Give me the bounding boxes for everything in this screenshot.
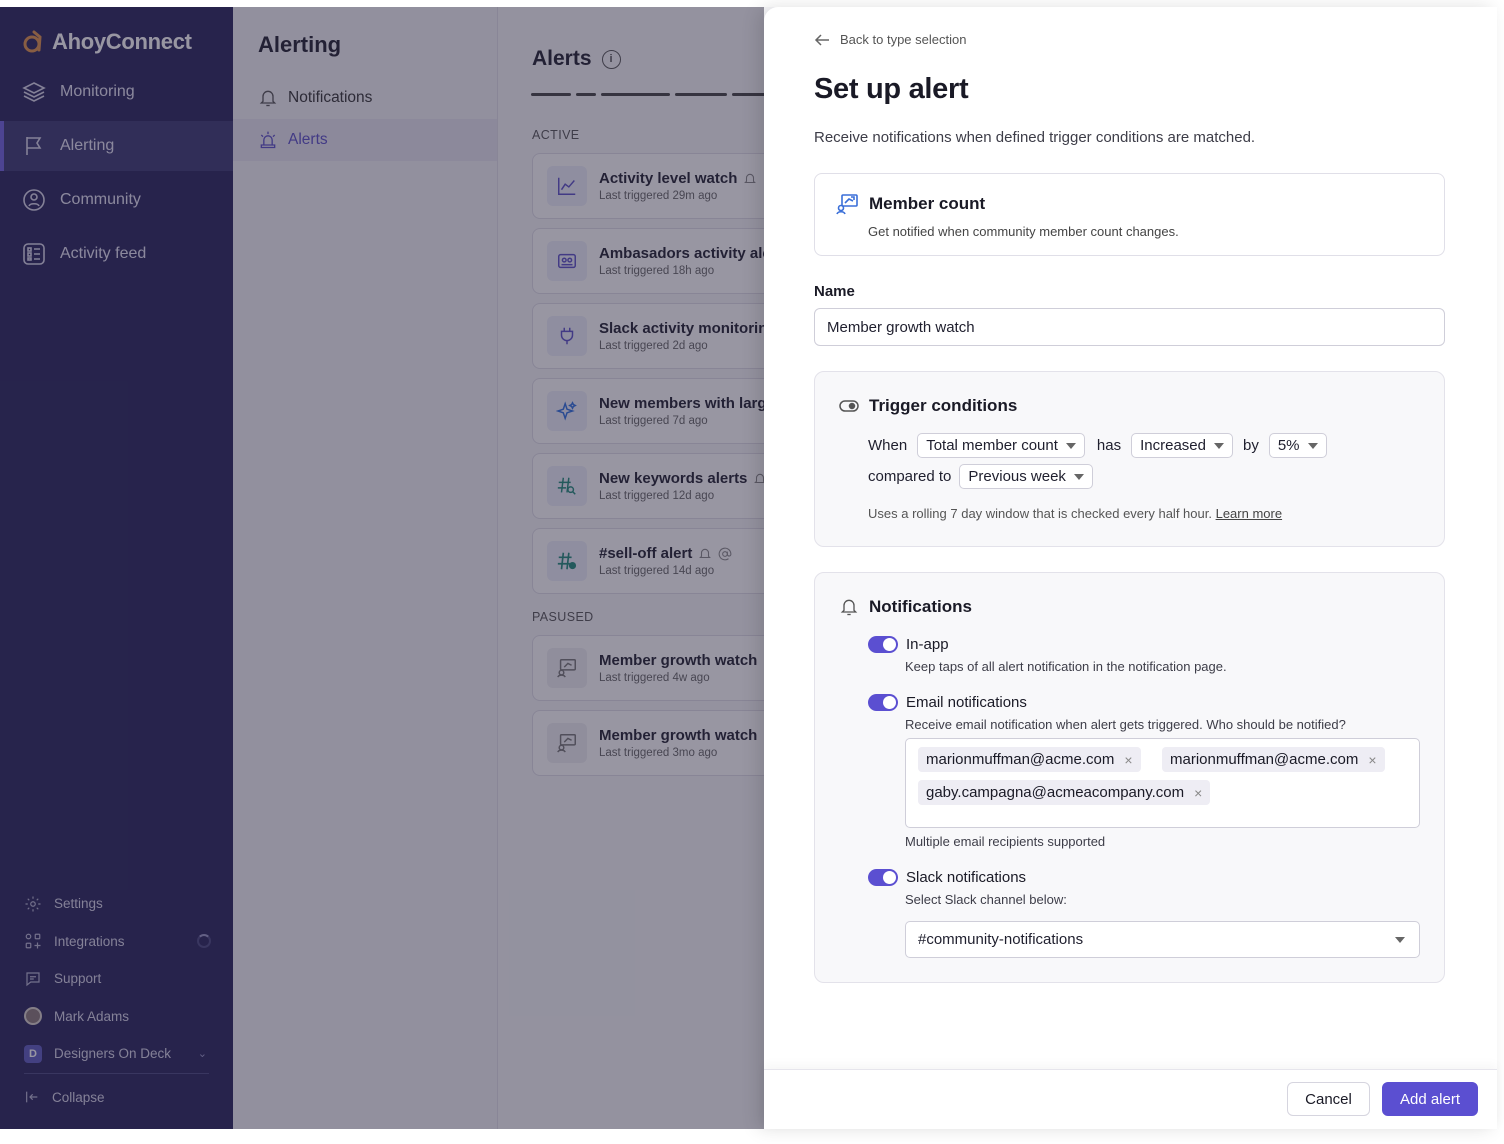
alert-type-description: Get notified when community member count… [868, 224, 1179, 239]
inapp-title: In-app [906, 636, 949, 653]
inapp-row: In-app [868, 636, 949, 653]
email-chip-label: marionmuffman@acme.com [926, 751, 1115, 768]
caret-down-icon [1307, 442, 1318, 449]
period-select[interactable]: Previous week [959, 464, 1093, 489]
cancel-button[interactable]: Cancel [1287, 1082, 1370, 1116]
modal-backdrop[interactable] [0, 7, 764, 1129]
caret-down-icon [1065, 442, 1076, 449]
alert-type-header: Member count [835, 192, 985, 216]
email-chip-label: marionmuffman@acme.com [1170, 751, 1359, 768]
amount-select[interactable]: 5% [1268, 433, 1327, 458]
email-chip: gaby.campagna@acmeacompany.com × [918, 780, 1211, 805]
close-icon[interactable]: × [1124, 752, 1132, 768]
alert-type-card: Member count Get notified when community… [814, 173, 1445, 256]
page-description: Receive notifications when defined trigg… [814, 129, 1256, 146]
toggle-icon [839, 400, 859, 412]
bell-icon [840, 599, 858, 616]
name-label: Name [814, 283, 855, 300]
notifications-panel: Notifications In-app Keep taps of all al… [814, 572, 1445, 983]
email-recipients-input[interactable]: marionmuffman@acme.com × marionmuffman@a… [905, 738, 1420, 828]
email-chip: marionmuffman@acme.com × [918, 747, 1141, 772]
caret-down-icon [1395, 936, 1405, 943]
slack-row: Slack notifications [868, 869, 1026, 886]
slack-channel-select[interactable]: #community-notifications [905, 921, 1420, 958]
metric-value: Total member count [926, 437, 1058, 454]
trigger-row-1: When Total member count has Increased by… [868, 433, 1327, 458]
close-icon[interactable]: × [1368, 752, 1376, 768]
back-label: Back to type selection [840, 32, 967, 47]
notifications-header: Notifications [839, 597, 972, 617]
slack-channel-value: #community-notifications [918, 931, 1084, 948]
learn-more-link[interactable]: Learn more [1216, 506, 1282, 521]
email-description: Receive email notification when alert ge… [905, 717, 1346, 732]
trigger-row-2: compared to Previous week [868, 464, 1093, 489]
email-toggle[interactable] [868, 694, 898, 711]
caret-down-icon [1213, 442, 1224, 449]
drawer-footer: Cancel Add alert [764, 1069, 1497, 1129]
page-title: Set up alert [814, 73, 969, 105]
trigger-conditions-panel: Trigger conditions When Total member cou… [814, 371, 1445, 547]
alert-name-input[interactable] [814, 308, 1445, 346]
when-label: When [868, 437, 908, 454]
back-to-type-selection-link[interactable]: Back to type selection [814, 32, 966, 47]
email-chip: marionmuffman@acme.com × [1162, 747, 1385, 772]
inapp-description: Keep taps of all alert notification in t… [905, 659, 1227, 674]
add-alert-button[interactable]: Add alert [1382, 1082, 1478, 1116]
caret-down-icon [1073, 473, 1084, 480]
inapp-toggle[interactable] [868, 636, 898, 653]
slack-toggle[interactable] [868, 869, 898, 886]
arrow-left-icon [814, 33, 829, 46]
trigger-hint: Uses a rolling 7 day window that is chec… [868, 506, 1282, 521]
close-icon[interactable]: × [1194, 785, 1202, 801]
email-title: Email notifications [906, 694, 1027, 711]
set-up-alert-drawer: Back to type selection Set up alert Rece… [764, 7, 1497, 1129]
compared-to-label: compared to [868, 468, 952, 485]
trigger-hint-text: Uses a rolling 7 day window that is chec… [868, 506, 1212, 521]
period-value: Previous week [968, 468, 1066, 485]
email-hint: Multiple email recipients supported [905, 834, 1106, 849]
email-row: Email notifications [868, 694, 1027, 711]
amount-value: 5% [1277, 437, 1300, 454]
direction-value: Increased [1140, 437, 1206, 454]
direction-select[interactable]: Increased [1131, 433, 1233, 458]
slack-description: Select Slack channel below: [905, 892, 1067, 907]
by-label: by [1242, 437, 1259, 454]
trigger-conditions-header: Trigger conditions [839, 396, 1017, 416]
alert-type-title: Member count [869, 194, 986, 213]
trigger-conditions-title: Trigger conditions [869, 396, 1018, 415]
slack-title: Slack notifications [906, 869, 1027, 886]
has-label: has [1096, 437, 1122, 454]
metric-select[interactable]: Total member count [917, 433, 1085, 458]
member-count-icon [836, 194, 858, 215]
notifications-title: Notifications [869, 597, 972, 616]
email-chip-label: gaby.campagna@acmeacompany.com [926, 784, 1185, 801]
